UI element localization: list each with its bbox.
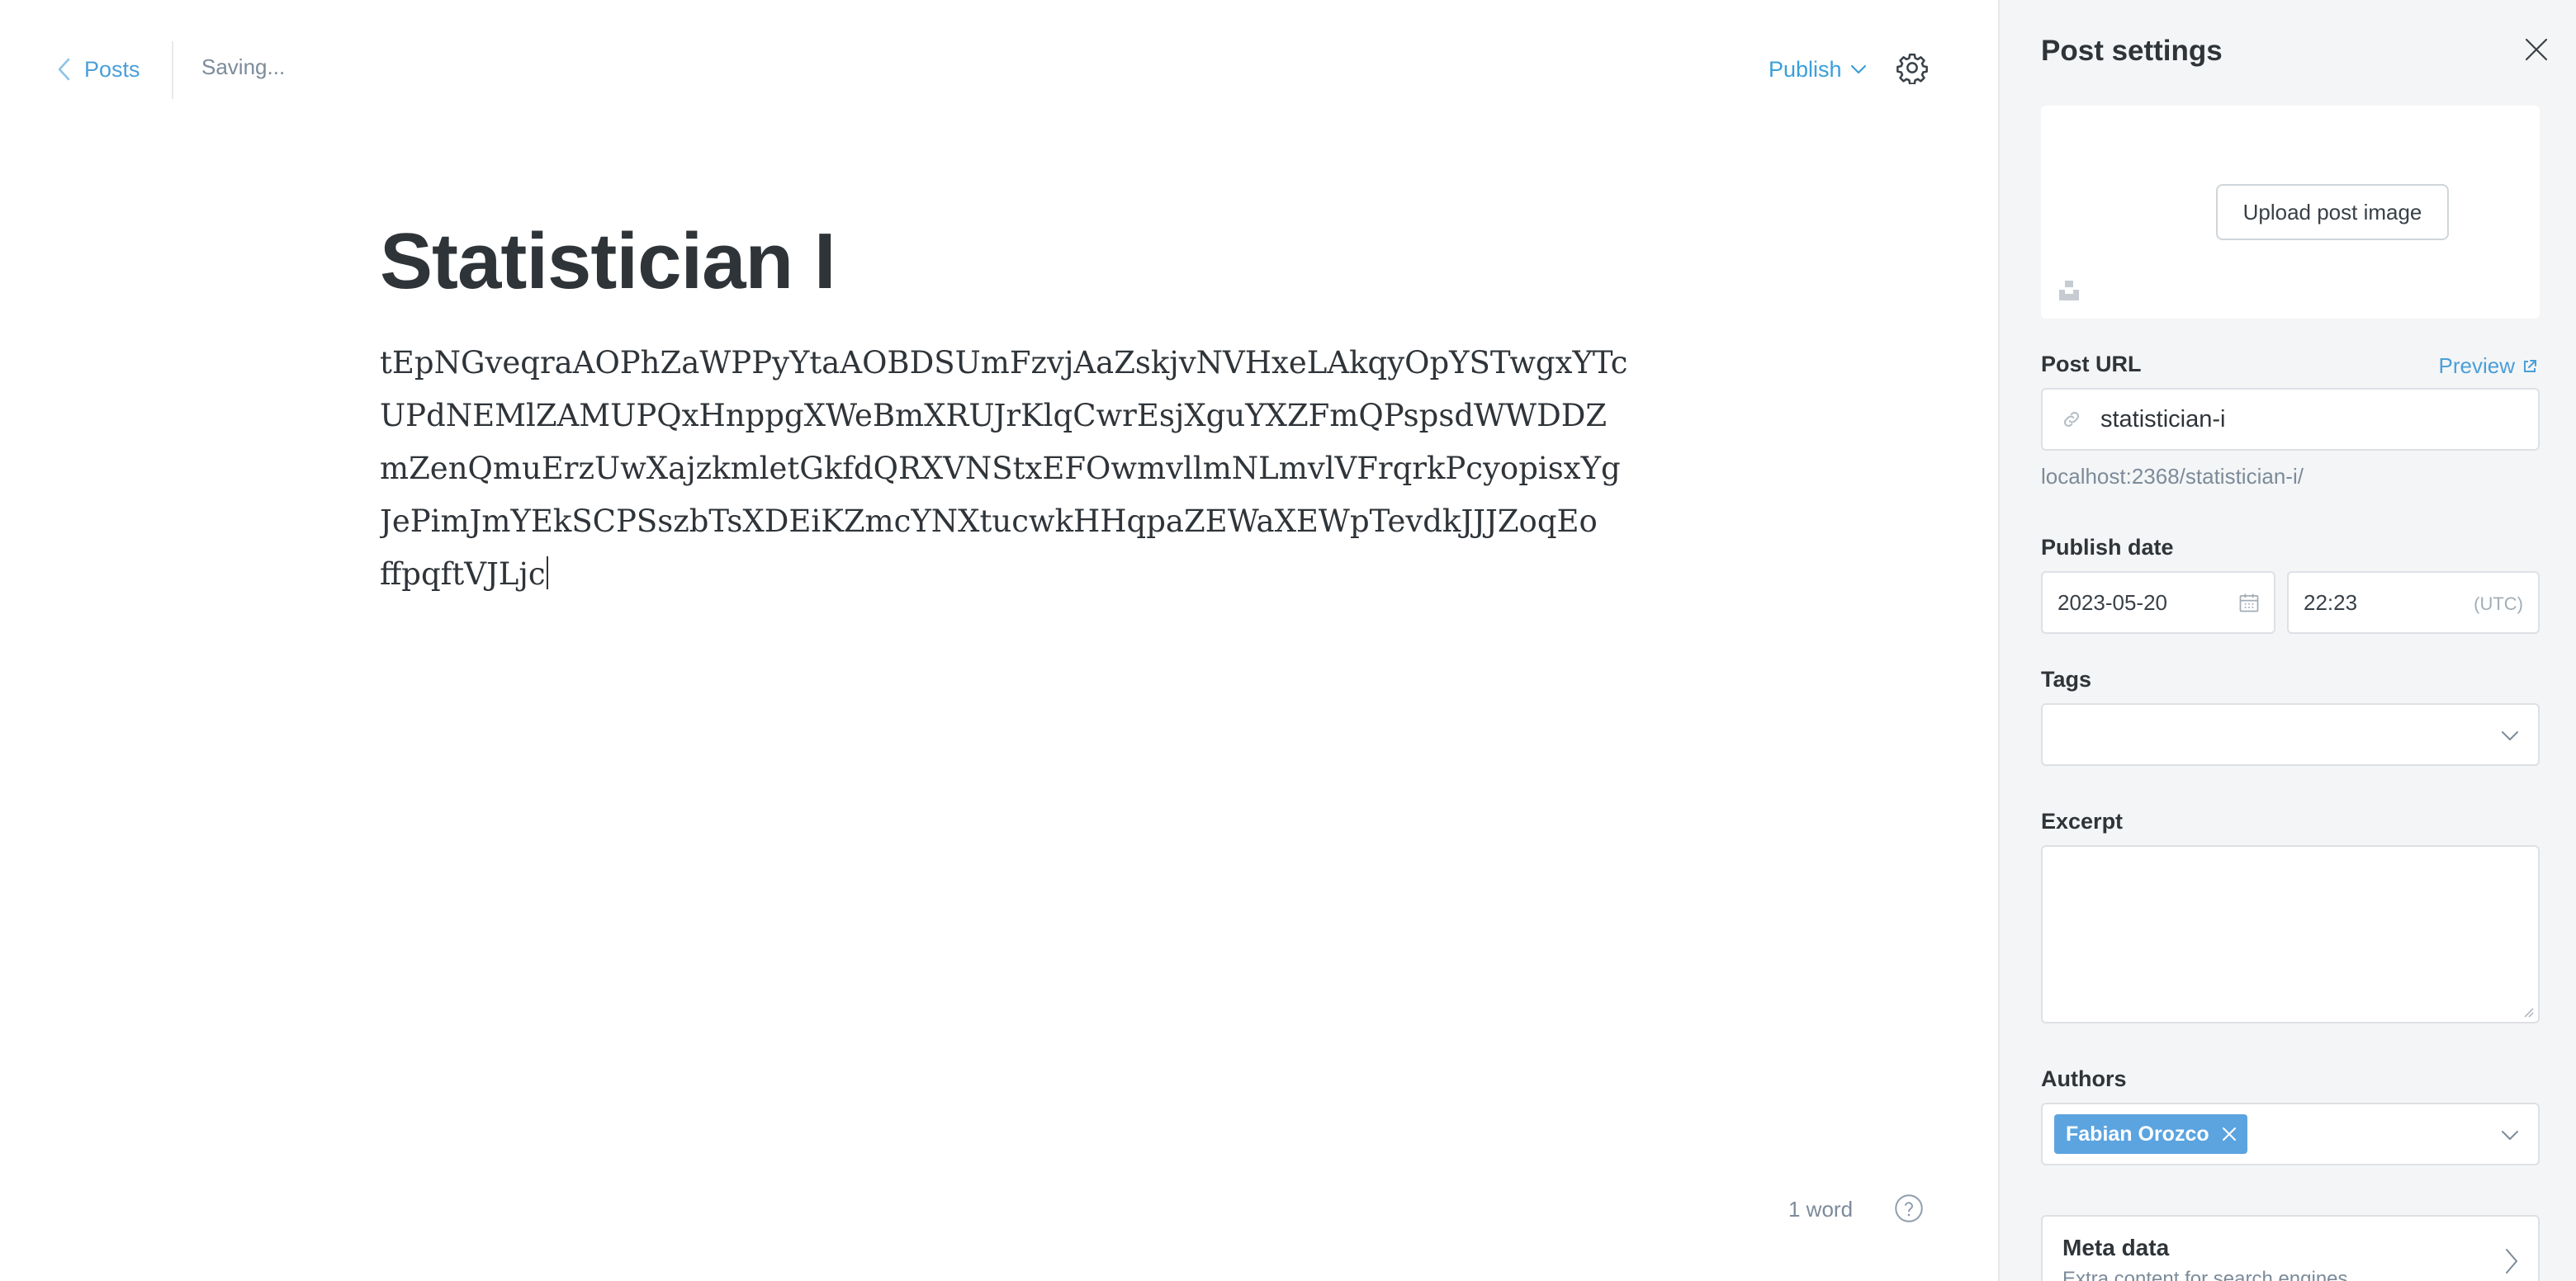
text-caret (546, 556, 548, 589)
publish-time-value: 22:23 (2304, 589, 2358, 615)
body-line: mZenQmuErzUwXajzkmletGkfdQRXVNStxEFOwmvl… (380, 451, 1621, 486)
meta-data-card[interactable]: Meta data Extra content for search engin… (2041, 1215, 2540, 1281)
publish-time-input[interactable]: 22:23 (UTC) (2287, 571, 2540, 634)
help-icon[interactable] (1894, 1194, 1924, 1223)
publish-date-label: Publish date (2041, 535, 2174, 560)
topbar-divider (172, 41, 173, 99)
panel-title: Post settings (2041, 35, 2223, 67)
publish-label: Publish (1769, 56, 1842, 82)
publish-menu-button[interactable]: Publish (1769, 53, 1867, 86)
publish-date-input[interactable]: 2023-05-20 (2041, 571, 2275, 634)
body-line: tEpNGveqraAOPhZaWPPyYtaAOBDSUmFzvjAaZskj… (380, 345, 1628, 381)
gear-icon[interactable] (1896, 51, 1929, 84)
remove-author-icon[interactable] (2221, 1126, 2237, 1142)
body-line: JePimJmYEkSCPSszbTsXDEiKZmcYNXtucwkHHqpa… (380, 503, 1598, 539)
link-icon (2063, 411, 2080, 428)
chevron-left-icon (58, 58, 70, 81)
tags-label: Tags (2041, 667, 2092, 692)
post-image-dropzone: Upload post image (2041, 106, 2540, 319)
post-body-editor[interactable]: tEpNGveqraAOPhZaWPPyYtaAOBDSUmFzvjAaZskj… (380, 337, 1635, 601)
preview-label: Preview (2438, 353, 2515, 378)
external-link-icon (2524, 359, 2536, 372)
preview-link[interactable]: Preview (2439, 353, 2538, 379)
save-status: Saving... (201, 54, 286, 79)
editor-topbar: Posts Saving... Publish (0, 0, 1998, 139)
timezone-label: (UTC) (2474, 593, 2523, 614)
meta-data-title: Meta data (2062, 1235, 2170, 1260)
unsplash-icon[interactable] (2057, 279, 2081, 302)
calendar-icon[interactable] (2237, 591, 2261, 614)
publish-date-value: 2023-05-20 (2057, 589, 2167, 615)
close-icon[interactable] (2523, 36, 2550, 63)
body-line-text: ffpqftVJLjc (380, 556, 546, 592)
post-full-url: localhost:2368/statistician-i/ (2041, 464, 2304, 489)
chevron-down-icon (1850, 64, 1866, 74)
chevron-down-icon (2502, 1131, 2518, 1140)
post-url-input[interactable]: statistician-i (2041, 388, 2540, 451)
body-line: UPdNEMlZAMUPQxHnppgXWeBmXRUJrKlqCwrEsjXg… (380, 398, 1608, 433)
app-window: Posts Saving... Publish Statistician I t… (0, 0, 2576, 1281)
back-link-label: Posts (84, 56, 140, 82)
post-title[interactable]: Statistician I (380, 216, 1618, 307)
body-line-last: ffpqftVJLjc (380, 548, 1635, 601)
resize-grip-icon[interactable] (2522, 1005, 2535, 1019)
chevron-right-icon (2506, 1249, 2517, 1274)
word-count: 1 word (1788, 1197, 1854, 1222)
upload-post-image-button[interactable]: Upload post image (2216, 184, 2449, 240)
meta-data-subtitle: Extra content for search engines (2062, 1268, 2348, 1281)
authors-label: Authors (2041, 1066, 2127, 1091)
tags-select[interactable] (2041, 703, 2540, 766)
post-url-value: statistician-i (2100, 405, 2226, 433)
editor-area: Posts Saving... Publish Statistician I t… (0, 0, 1998, 1281)
excerpt-label: Excerpt (2041, 809, 2124, 834)
author-token: Fabian Orozco (2054, 1114, 2247, 1154)
excerpt-textarea[interactable] (2041, 845, 2540, 1023)
back-to-posts-link[interactable]: Posts (56, 51, 140, 87)
post-url-label: Post URL (2041, 352, 2142, 376)
authors-select[interactable]: Fabian Orozco (2041, 1103, 2540, 1165)
chevron-down-icon (2502, 731, 2518, 740)
author-name: Fabian Orozco (2066, 1122, 2209, 1146)
post-settings-panel: Post settings Upload post image Post URL… (1998, 0, 2576, 1281)
